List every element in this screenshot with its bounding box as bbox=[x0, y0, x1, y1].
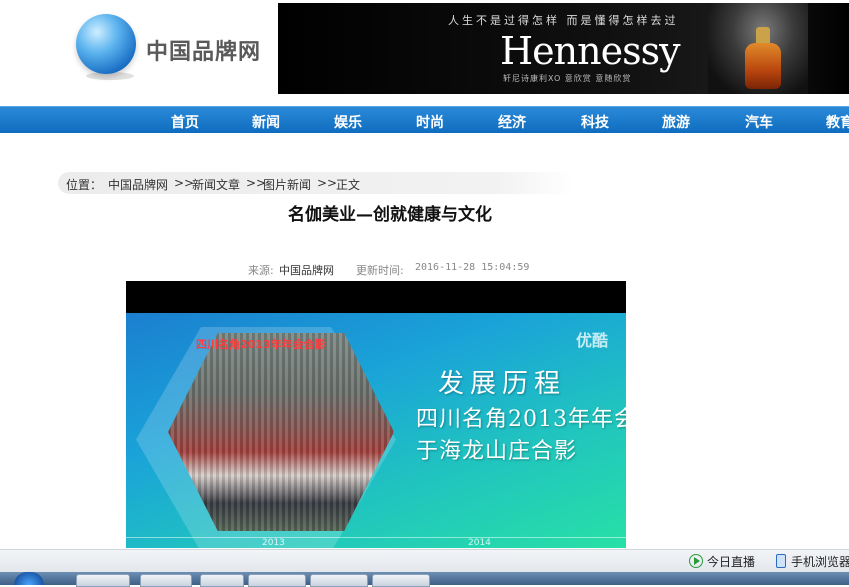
site-header: 中国品牌网 人生不是过得怎样 而是懂得怎样去过 Hennessy 轩尼诗康利XO… bbox=[0, 0, 849, 100]
today-live-button[interactable]: 今日直播 bbox=[689, 553, 755, 570]
site-logo-text[interactable]: 中国品牌网 bbox=[146, 34, 261, 66]
breadcrumb-separator: >> bbox=[317, 176, 338, 190]
video-caption-line-1: 四川名角2013年年会 bbox=[416, 407, 626, 432]
ad-bottle-image bbox=[745, 43, 781, 89]
breadcrumb-prefix: 位置： bbox=[66, 178, 103, 192]
article-title: 名伽美业—创就健康与文化 bbox=[288, 205, 492, 225]
nav-item-home[interactable]: 首页 bbox=[171, 112, 199, 132]
nav-item-education[interactable]: 教育 bbox=[826, 112, 849, 132]
photo-banner-text: 四川名角2013年年会合影 bbox=[196, 338, 326, 351]
video-frame: 四川名角2013年年会合影 优酷 发展历程 四川名角2013年年会 于海龙山庄合… bbox=[126, 313, 626, 548]
timeline-label-2013: 2013 bbox=[262, 538, 285, 548]
nav-item-tech[interactable]: 科技 bbox=[581, 112, 609, 132]
breadcrumb-item-home[interactable]: 中国品牌网 bbox=[108, 176, 168, 193]
timeline-label-2014: 2014 bbox=[468, 538, 491, 548]
video-heading: 发展历程 bbox=[438, 369, 567, 399]
nav-item-travel[interactable]: 旅游 bbox=[662, 112, 690, 132]
os-taskbar bbox=[0, 572, 849, 587]
youku-logo: 优酷 bbox=[575, 331, 608, 350]
mobile-browser-label: 手机浏览器 bbox=[791, 555, 849, 569]
taskbar-app-5[interactable] bbox=[310, 574, 368, 587]
nav-item-auto[interactable]: 汽车 bbox=[745, 112, 773, 132]
source-value[interactable]: 中国品牌网 bbox=[279, 262, 334, 278]
source-label: 来源: bbox=[248, 264, 274, 277]
globe-icon[interactable] bbox=[76, 14, 136, 74]
video-caption-line-2: 于海龙山庄合影 bbox=[416, 439, 578, 464]
ad-small-text: 轩尼诗康利XO 意欣赏 意随欣赏 bbox=[503, 74, 632, 83]
video-timeline bbox=[126, 537, 626, 538]
nav-item-entertainment[interactable]: 娱乐 bbox=[334, 112, 362, 132]
main-nav: 首页 新闻 娱乐 时尚 经济 科技 旅游 汽车 教育 bbox=[0, 106, 849, 133]
today-live-label: 今日直播 bbox=[707, 555, 756, 569]
video-player[interactable]: 四川名角2013年年会合影 优酷 发展历程 四川名角2013年年会 于海龙山庄合… bbox=[126, 281, 626, 548]
ad-brand: Hennessy bbox=[500, 29, 681, 73]
updated-label: 更新时间: bbox=[356, 264, 404, 277]
breadcrumb-item-current: 正文 bbox=[336, 178, 361, 192]
taskbar-app-browser[interactable] bbox=[248, 574, 306, 587]
breadcrumb: 位置： 中国品牌网 >> 新闻文章 >> 图片新闻 >> 正文 bbox=[58, 172, 574, 194]
start-button-icon[interactable] bbox=[14, 572, 44, 585]
updated-value: 2016-11-28 15:04:59 bbox=[415, 262, 530, 273]
taskbar-app-6[interactable] bbox=[372, 574, 430, 587]
nav-item-economy[interactable]: 经济 bbox=[498, 112, 526, 132]
play-icon bbox=[689, 554, 703, 568]
taskbar-app-3[interactable] bbox=[200, 574, 244, 587]
mobile-browser-button[interactable]: 手机浏览器 bbox=[776, 553, 849, 570]
nav-item-fashion[interactable]: 时尚 bbox=[416, 112, 444, 132]
ad-slogan: 人生不是过得怎样 而是懂得怎样去过 bbox=[448, 14, 679, 27]
browser-status-bar: 今日直播 手机浏览器 bbox=[0, 549, 849, 572]
breadcrumb-item-photo-news[interactable]: 图片新闻 bbox=[263, 176, 311, 193]
breadcrumb-item-news[interactable]: 新闻文章 bbox=[192, 176, 240, 193]
taskbar-app-folder[interactable] bbox=[76, 574, 130, 587]
phone-icon bbox=[776, 554, 786, 568]
ad-banner[interactable]: 人生不是过得怎样 而是懂得怎样去过 Hennessy 轩尼诗康利XO 意欣赏 意… bbox=[278, 3, 849, 94]
taskbar-app-media[interactable] bbox=[140, 574, 192, 587]
nav-item-news[interactable]: 新闻 bbox=[252, 112, 280, 132]
